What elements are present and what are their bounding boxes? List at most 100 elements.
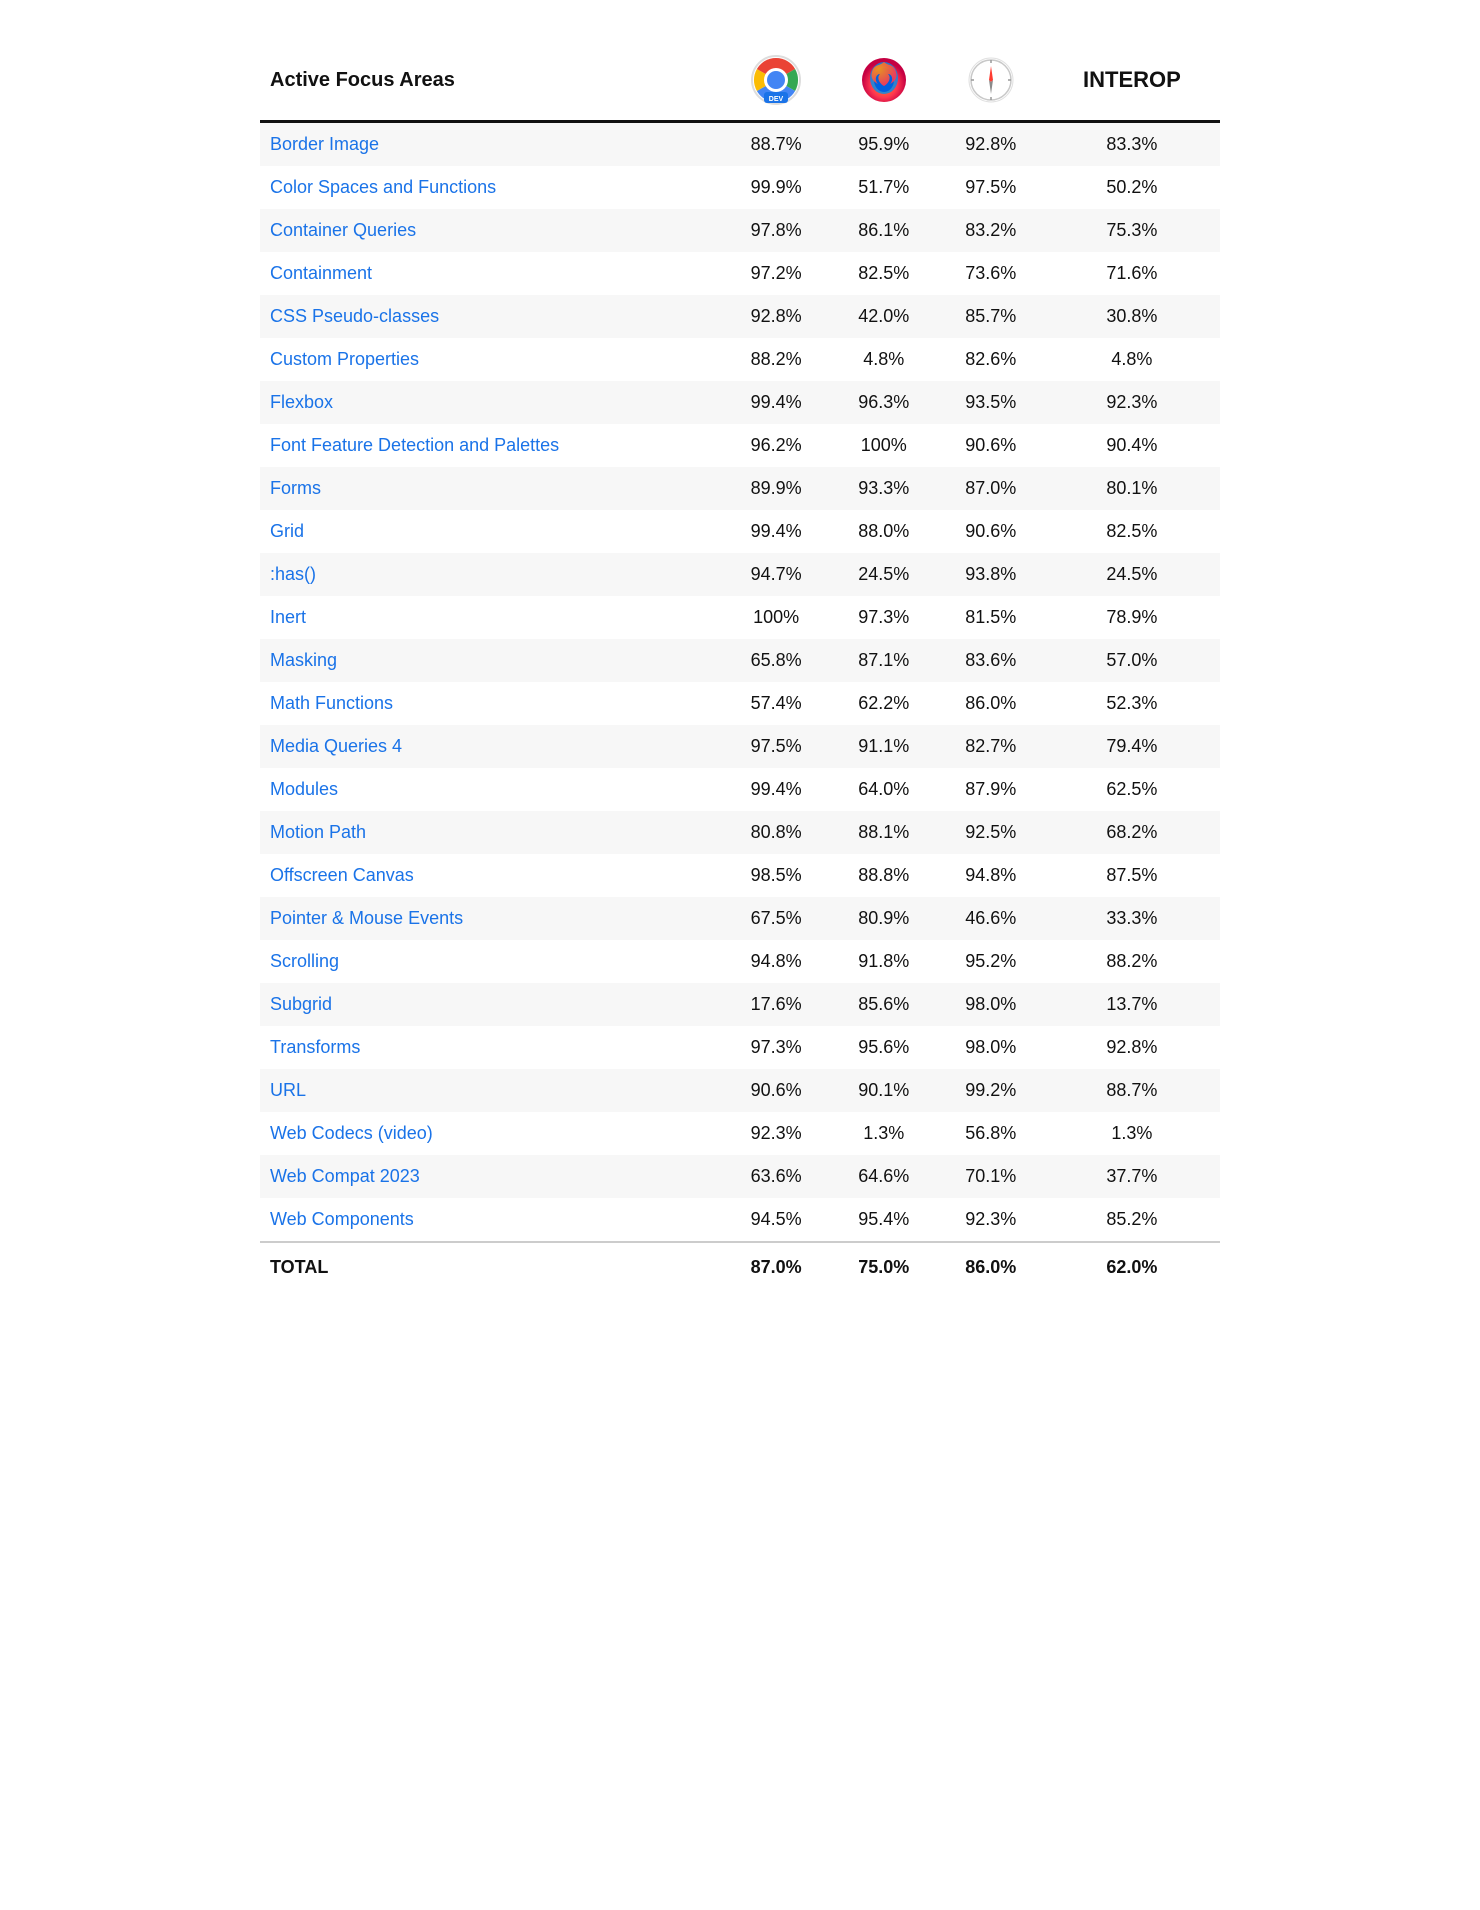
- row-name[interactable]: Font Feature Detection and Palettes: [260, 424, 722, 467]
- row-name[interactable]: Motion Path: [260, 811, 722, 854]
- table-row: TOTAL87.0%75.0%86.0%62.0%: [260, 1242, 1220, 1292]
- row-chrome: 65.8%: [722, 639, 830, 682]
- row-safari: 94.8%: [938, 854, 1044, 897]
- row-firefox: 88.8%: [830, 854, 938, 897]
- table-row: Flexbox99.4%96.3%93.5%92.3%: [260, 381, 1220, 424]
- row-firefox: 95.4%: [830, 1198, 938, 1242]
- table-row: Forms89.9%93.3%87.0%80.1%: [260, 467, 1220, 510]
- row-name[interactable]: Subgrid: [260, 983, 722, 1026]
- row-chrome: 98.5%: [722, 854, 830, 897]
- row-interop: 30.8%: [1044, 295, 1220, 338]
- row-chrome: 100%: [722, 596, 830, 639]
- svg-text:DEV: DEV: [769, 96, 784, 103]
- row-name[interactable]: Border Image: [260, 122, 722, 167]
- row-name[interactable]: Forms: [260, 467, 722, 510]
- row-firefox: 91.1%: [830, 725, 938, 768]
- table-row: Custom Properties88.2%4.8%82.6%4.8%: [260, 338, 1220, 381]
- row-interop: 82.5%: [1044, 510, 1220, 553]
- row-name[interactable]: Pointer & Mouse Events: [260, 897, 722, 940]
- row-safari: 86.0%: [938, 682, 1044, 725]
- row-chrome: 99.9%: [722, 166, 830, 209]
- row-name[interactable]: CSS Pseudo-classes: [260, 295, 722, 338]
- row-firefox: 62.2%: [830, 682, 938, 725]
- table-row: Container Queries97.8%86.1%83.2%75.3%: [260, 209, 1220, 252]
- row-name[interactable]: Color Spaces and Functions: [260, 166, 722, 209]
- row-chrome: 97.8%: [722, 209, 830, 252]
- row-chrome: 88.2%: [722, 338, 830, 381]
- row-safari: 92.8%: [938, 122, 1044, 167]
- row-interop: 75.3%: [1044, 209, 1220, 252]
- row-name[interactable]: Transforms: [260, 1026, 722, 1069]
- row-name[interactable]: Flexbox: [260, 381, 722, 424]
- row-chrome: 94.5%: [722, 1198, 830, 1242]
- row-chrome: 17.6%: [722, 983, 830, 1026]
- table-row: Transforms97.3%95.6%98.0%92.8%: [260, 1026, 1220, 1069]
- firefox-icon: [858, 54, 910, 106]
- row-safari: 56.8%: [938, 1112, 1044, 1155]
- row-name[interactable]: Media Queries 4: [260, 725, 722, 768]
- table-row: Pointer & Mouse Events67.5%80.9%46.6%33.…: [260, 897, 1220, 940]
- table-row: Grid99.4%88.0%90.6%82.5%: [260, 510, 1220, 553]
- row-interop: 50.2%: [1044, 166, 1220, 209]
- table-row: Web Codecs (video)92.3%1.3%56.8%1.3%: [260, 1112, 1220, 1155]
- row-chrome: 80.8%: [722, 811, 830, 854]
- row-interop: 87.5%: [1044, 854, 1220, 897]
- table-row: CSS Pseudo-classes92.8%42.0%85.7%30.8%: [260, 295, 1220, 338]
- row-name[interactable]: Web Compat 2023: [260, 1155, 722, 1198]
- row-firefox: 95.6%: [830, 1026, 938, 1069]
- row-name[interactable]: Containment: [260, 252, 722, 295]
- row-firefox: 75.0%: [830, 1242, 938, 1292]
- row-safari: 87.9%: [938, 768, 1044, 811]
- table-row: Containment97.2%82.5%73.6%71.6%: [260, 252, 1220, 295]
- row-interop: 92.3%: [1044, 381, 1220, 424]
- table-row: Scrolling94.8%91.8%95.2%88.2%: [260, 940, 1220, 983]
- row-safari: 85.7%: [938, 295, 1044, 338]
- row-chrome: 99.4%: [722, 768, 830, 811]
- row-firefox: 51.7%: [830, 166, 938, 209]
- row-chrome: 94.7%: [722, 553, 830, 596]
- row-interop: 71.6%: [1044, 252, 1220, 295]
- row-firefox: 88.0%: [830, 510, 938, 553]
- row-name[interactable]: Scrolling: [260, 940, 722, 983]
- row-safari: 99.2%: [938, 1069, 1044, 1112]
- table-row: Web Compat 202363.6%64.6%70.1%37.7%: [260, 1155, 1220, 1198]
- row-name[interactable]: Web Codecs (video): [260, 1112, 722, 1155]
- row-name[interactable]: Web Components: [260, 1198, 722, 1242]
- row-name[interactable]: Container Queries: [260, 209, 722, 252]
- header-firefox: [830, 40, 938, 122]
- header-safari: [938, 40, 1044, 122]
- row-safari: 82.7%: [938, 725, 1044, 768]
- row-name[interactable]: Masking: [260, 639, 722, 682]
- row-name[interactable]: Modules: [260, 768, 722, 811]
- row-safari: 87.0%: [938, 467, 1044, 510]
- row-chrome: 97.2%: [722, 252, 830, 295]
- main-container: Active Focus Areas: [260, 40, 1220, 1292]
- row-interop: 24.5%: [1044, 553, 1220, 596]
- table-row: Subgrid17.6%85.6%98.0%13.7%: [260, 983, 1220, 1026]
- row-chrome: 63.6%: [722, 1155, 830, 1198]
- row-chrome: 99.4%: [722, 510, 830, 553]
- table-row: :has()94.7%24.5%93.8%24.5%: [260, 553, 1220, 596]
- row-name[interactable]: Offscreen Canvas: [260, 854, 722, 897]
- row-name[interactable]: URL: [260, 1069, 722, 1112]
- row-name[interactable]: Custom Properties: [260, 338, 722, 381]
- row-safari: 90.6%: [938, 510, 1044, 553]
- row-interop: 4.8%: [1044, 338, 1220, 381]
- row-name[interactable]: :has(): [260, 553, 722, 596]
- row-firefox: 97.3%: [830, 596, 938, 639]
- row-name[interactable]: Math Functions: [260, 682, 722, 725]
- row-firefox: 1.3%: [830, 1112, 938, 1155]
- row-safari: 93.5%: [938, 381, 1044, 424]
- row-interop: 62.0%: [1044, 1242, 1220, 1292]
- row-safari: 92.5%: [938, 811, 1044, 854]
- row-chrome: 97.3%: [722, 1026, 830, 1069]
- row-name[interactable]: Grid: [260, 510, 722, 553]
- table-row: Web Components94.5%95.4%92.3%85.2%: [260, 1198, 1220, 1242]
- row-name[interactable]: Inert: [260, 596, 722, 639]
- row-interop: 1.3%: [1044, 1112, 1220, 1155]
- row-firefox: 90.1%: [830, 1069, 938, 1112]
- row-interop: 88.2%: [1044, 940, 1220, 983]
- row-firefox: 91.8%: [830, 940, 938, 983]
- row-safari: 83.6%: [938, 639, 1044, 682]
- header-chrome: DEV: [722, 40, 830, 122]
